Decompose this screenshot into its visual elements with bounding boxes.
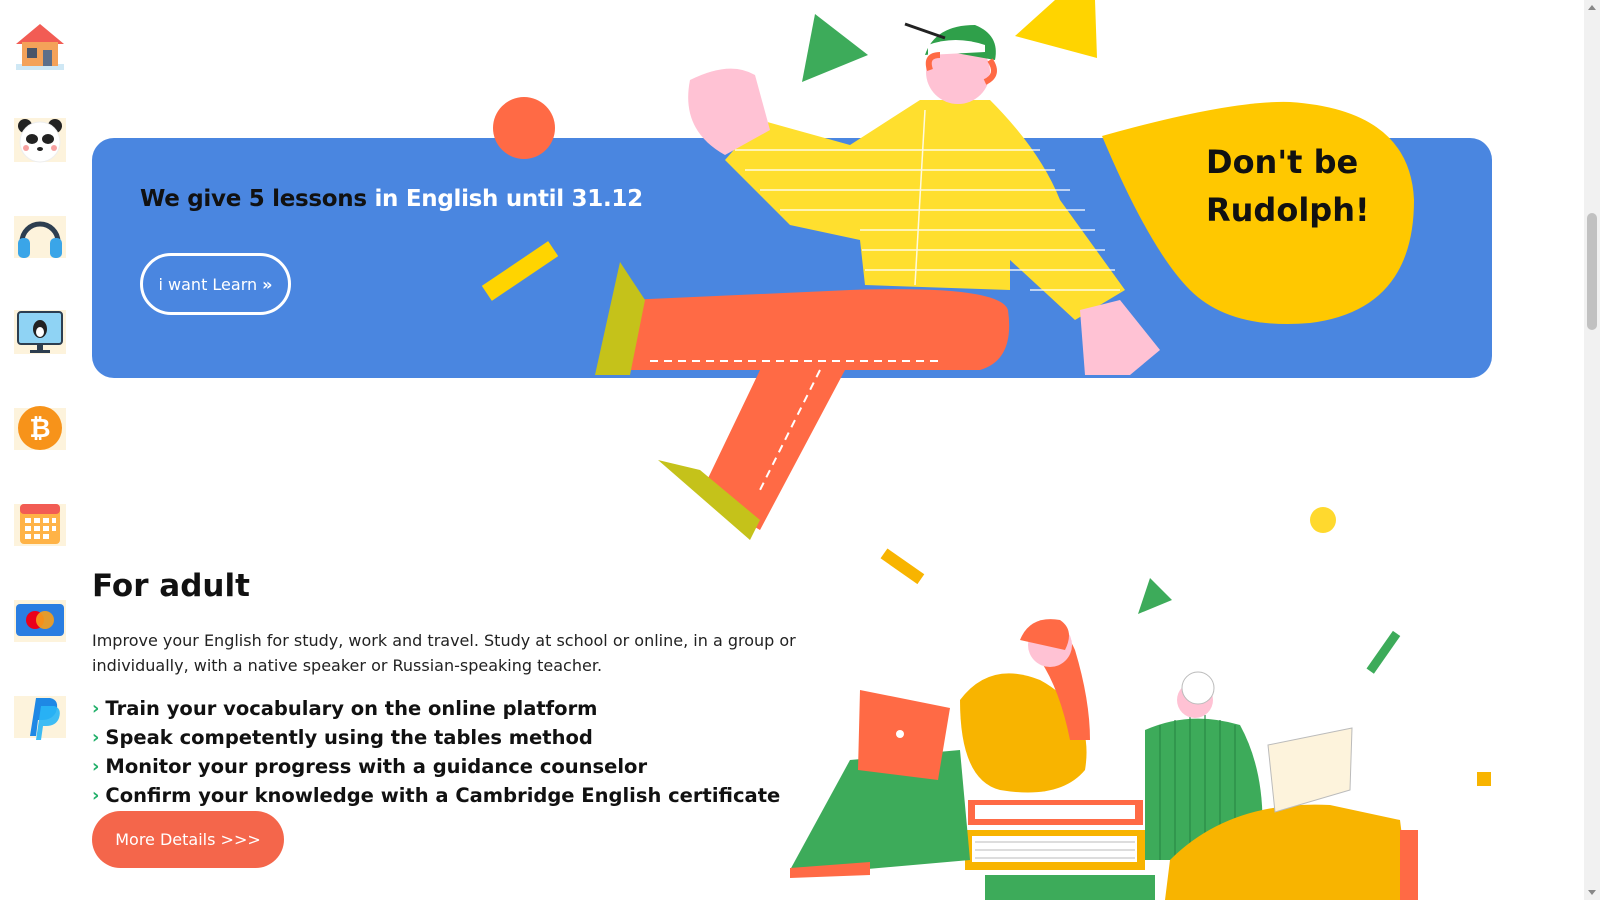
yellow-dash-shape [880, 548, 925, 585]
feature-item: › Monitor your progress with a guidance c… [92, 752, 780, 781]
headphones-icon [14, 216, 66, 258]
banner-title-light: in English until 31.12 [374, 186, 643, 212]
sidebar-item-paypal[interactable] [8, 684, 72, 748]
double-chevron-right-icon: » [262, 274, 273, 294]
monitor-penguin-icon [14, 310, 66, 354]
sidebar-item-mastercard[interactable] [8, 588, 72, 652]
page: ₿ We give 5 lessons in English until 31.… [0, 0, 1600, 900]
vertical-scrollbar[interactable] [1584, 0, 1600, 900]
i-want-learn-button[interactable]: i want Learn » [140, 253, 291, 315]
chevron-right-icon: › [92, 756, 100, 777]
sidebar: ₿ [0, 0, 80, 900]
adult-section-title: For adult [92, 568, 250, 604]
sidebar-item-home[interactable] [8, 14, 72, 78]
calendar-icon [14, 504, 66, 546]
panda-icon [14, 118, 66, 163]
bubble-line-1: Don't be [1206, 143, 1359, 181]
svg-text:₿: ₿ [29, 414, 50, 444]
yellow-dot-shape [1310, 507, 1336, 533]
scroll-down-arrow-icon[interactable] [1588, 890, 1596, 895]
bubble-line-2: Rudolph! [1206, 191, 1370, 229]
adult-feature-list: › Train your vocabulary on the online pla… [92, 694, 780, 810]
scrollbar-thumb[interactable] [1587, 213, 1597, 330]
green-small-triangle-shape [1138, 578, 1172, 614]
woman-with-laptop-illustration [790, 619, 1090, 878]
sidebar-item-panda[interactable] [8, 108, 72, 172]
mastercard-icon [14, 600, 66, 642]
chevron-right-icon: › [92, 785, 100, 806]
sidebar-item-headphones[interactable] [8, 204, 72, 268]
learn-button-label: i want Learn [158, 274, 258, 294]
green-triangle-shape [802, 14, 868, 82]
chevron-right-icon: › [92, 727, 100, 748]
feature-text: Monitor your progress with a guidance co… [105, 755, 648, 778]
man-reading-illustration [1145, 671, 1418, 900]
books-illustration [965, 800, 1155, 900]
yellow-triangle-shape [1015, 0, 1097, 58]
yellow-square-shape [1477, 772, 1491, 786]
feature-text: Speak competently using the tables metho… [105, 726, 593, 749]
banner-title-dark: We give 5 lessons [140, 186, 367, 212]
green-dash-shape [1366, 630, 1401, 674]
feature-text: Train your vocabulary on the online plat… [105, 697, 598, 720]
more-details-button[interactable]: More Details >>> [92, 811, 284, 868]
feature-item: › Confirm your knowledge with a Cambridge… [92, 781, 780, 810]
paypal-icon [14, 696, 66, 740]
banner-title: We give 5 lessons in English until 31.12 [140, 186, 643, 212]
scroll-up-arrow-icon[interactable] [1588, 5, 1596, 10]
home-icon [16, 24, 64, 70]
speech-bubble-text: Don't be Rudolph! [1206, 138, 1370, 234]
feature-text: Confirm your knowledge with a Cambridge … [105, 784, 781, 807]
sidebar-item-calendar[interactable] [8, 492, 72, 556]
bitcoin-icon: ₿ [14, 406, 66, 450]
adult-section-description: Improve your English for study, work and… [92, 631, 796, 675]
sidebar-item-monitor[interactable] [8, 300, 72, 364]
sidebar-item-bitcoin[interactable]: ₿ [8, 396, 72, 460]
feature-item: › Speak competently using the tables meth… [92, 723, 780, 752]
feature-item: › Train your vocabulary on the online pla… [92, 694, 780, 723]
chevron-right-icon: › [92, 698, 100, 719]
